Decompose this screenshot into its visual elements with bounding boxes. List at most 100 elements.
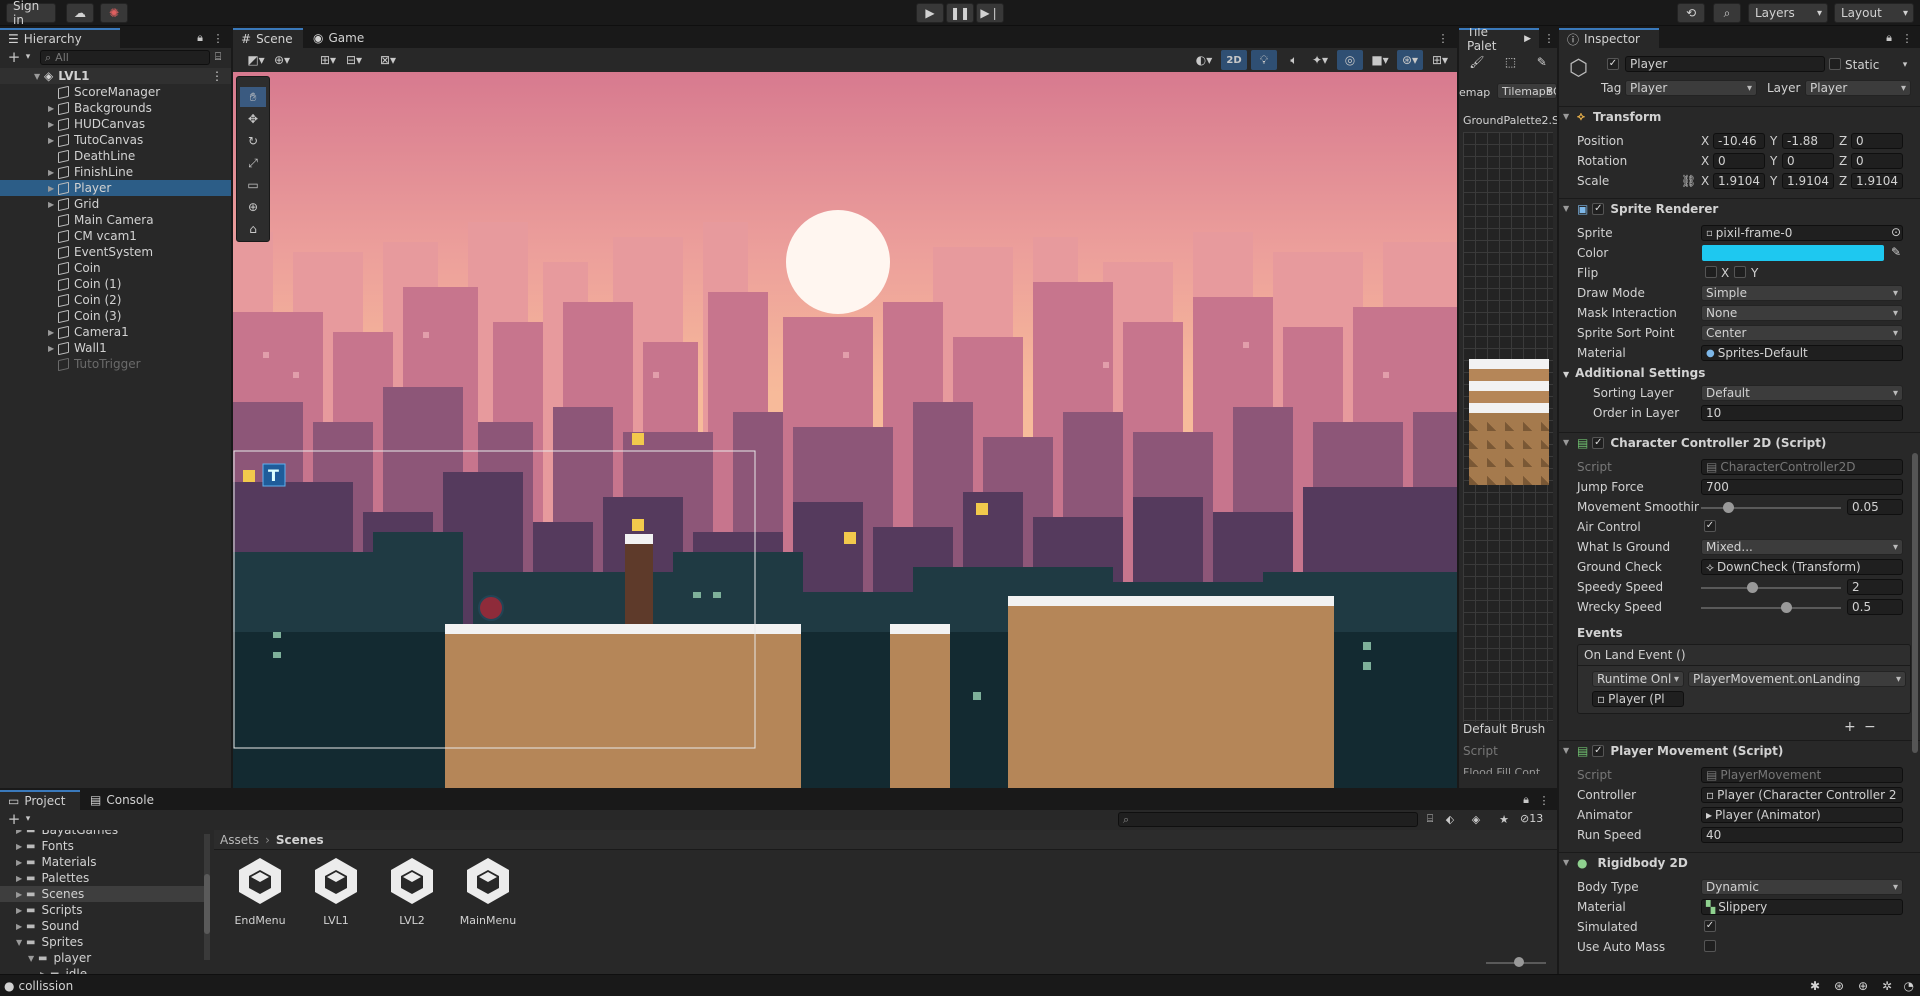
visibility-icon[interactable]: ◎ <box>1337 50 1363 70</box>
draw-mode-dropdown[interactable]: Simple <box>1701 285 1903 301</box>
pause-button[interactable]: ❚❚ <box>946 3 974 23</box>
add-event-button[interactable]: + <box>1844 719 1856 735</box>
rigidbody-header[interactable]: ▼ ● Rigidbody 2D <box>1559 852 1920 872</box>
hierarchy-item[interactable]: CM vcam1 <box>0 228 231 244</box>
tilemap-dropdown[interactable]: TilemapBG <box>1497 83 1557 99</box>
remove-event-button[interactable]: − <box>1864 719 1876 735</box>
player-movement-header[interactable]: ▼ ▤ ✓ Player Movement (Script) <box>1559 740 1920 760</box>
hierarchy-item[interactable]: ▶ Grid <box>0 196 231 212</box>
speedy-slider[interactable] <box>1701 582 1841 593</box>
runtime-dropdown[interactable]: Runtime Onl <box>1592 671 1684 687</box>
project-more-icon[interactable]: ⋮ <box>1534 791 1554 809</box>
folder-item[interactable]: ▼ ▬ player <box>0 950 206 966</box>
overlay-icon[interactable]: ⊞▾ <box>1427 50 1453 70</box>
tab-tile-palette[interactable]: Tile Palet ▶ <box>1459 28 1539 53</box>
layer-dropdown[interactable]: Player <box>1805 80 1911 96</box>
additional-settings-label[interactable]: ▼ Additional Settings <box>1563 366 1705 380</box>
folder-expand-icon[interactable]: ▶ <box>16 858 26 867</box>
tag-icon[interactable]: ◈ <box>1466 810 1486 828</box>
hierarchy-search-input[interactable]: ⌕ All <box>40 50 210 65</box>
scale-x-input[interactable]: 1.9104 <box>1713 173 1765 189</box>
move-tool-icon[interactable]: ✥ <box>240 109 266 129</box>
tag-dropdown[interactable]: Player <box>1625 80 1757 96</box>
hierarchy-item[interactable]: Coin (3) <box>0 308 231 324</box>
scene-viewport[interactable]: T ✋︎ ✥ ↻ ⤢ ▭ ⊕ ⌂ <box>233 72 1457 788</box>
palette-name[interactable]: GroundPalette2.S <box>1463 114 1557 127</box>
history-icon[interactable]: ⟲ <box>1677 3 1705 23</box>
favorite-icon[interactable]: ★ <box>1494 810 1514 828</box>
collab-icon[interactable]: ✺ <box>100 3 128 23</box>
hierarchy-item[interactable]: Main Camera <box>0 212 231 228</box>
wrecky-slider[interactable] <box>1701 602 1841 613</box>
shading-mode-icon[interactable]: ◐▾ <box>1191 50 1217 70</box>
folder-item[interactable]: ▼ ▬ Sprites <box>0 934 206 950</box>
hierarchy-item[interactable]: ▶ Wall1 <box>0 340 231 356</box>
order-in-layer-input[interactable]: 10 <box>1701 405 1903 421</box>
simulated-checkbox[interactable]: ✓ <box>1704 920 1716 932</box>
speedy-input[interactable]: 2 <box>1847 579 1903 595</box>
pos-y-input[interactable]: -1.88 <box>1782 133 1834 149</box>
animator-field[interactable]: ▸ Player (Animator) <box>1701 807 1903 823</box>
hierarchy-item[interactable]: ▶ Backgrounds <box>0 100 231 116</box>
folder-item[interactable]: ▶ ▬ BayatGames <box>0 830 206 838</box>
active-checkbox[interactable]: ✓ <box>1607 58 1619 70</box>
color-swatch[interactable] <box>1702 245 1884 261</box>
scene-asset[interactable]: MainMenu <box>450 856 526 966</box>
hierarchy-item[interactable]: ▶ Player <box>0 180 231 196</box>
project-add-dropdown-icon[interactable]: ▾ <box>18 810 38 828</box>
expand-arrow-icon[interactable]: ▶ <box>48 200 58 209</box>
flip-x-checkbox[interactable] <box>1705 266 1717 278</box>
method-dropdown[interactable]: PlayerMovement.onLanding <box>1688 671 1906 687</box>
custom-tool-icon[interactable]: ⌂ <box>240 219 266 239</box>
folder-item[interactable]: ▶ ▬ Palettes <box>0 870 206 886</box>
folder-expand-icon[interactable]: ▶ <box>16 842 26 851</box>
folder-item[interactable]: ▶ ▬ Fonts <box>0 838 206 854</box>
expand-arrow-icon[interactable]: ▶ <box>48 344 58 353</box>
folder-expand-icon[interactable]: ▶ <box>16 906 26 915</box>
gizmos-icon[interactable]: ⊛▾ <box>1397 50 1423 70</box>
folder-item[interactable]: ▶ ▬ Scenes <box>0 886 206 902</box>
scale-y-input[interactable]: 1.9104 <box>1782 173 1834 189</box>
pm-enabled[interactable]: ✓ <box>1592 744 1605 757</box>
zoom-slider[interactable] <box>1486 957 1546 967</box>
network-icon[interactable]: ⊕ <box>1858 979 1868 993</box>
add-dropdown-icon[interactable]: ▾ <box>18 48 38 66</box>
pos-z-input[interactable]: 0 <box>1851 133 1903 149</box>
air-control-checkbox[interactable]: ✓ <box>1704 520 1716 532</box>
ground-check-field[interactable]: ⟡ DownCheck (Transform) <box>1701 559 1903 575</box>
wrecky-input[interactable]: 0.5 <box>1847 599 1903 615</box>
align-icon[interactable]: ⊠▾ <box>375 50 401 70</box>
flip-y-checkbox[interactable] <box>1734 266 1746 278</box>
sprite-renderer-header[interactable]: ▼ ▣ ✓ Sprite Renderer <box>1559 198 1920 218</box>
layout-dropdown[interactable]: Layout ▾ <box>1834 3 1914 23</box>
scale-z-input[interactable]: 1.9104 <box>1851 173 1903 189</box>
hierarchy-item[interactable]: TutoTrigger <box>0 356 231 372</box>
transform-header[interactable]: ▼ ⟡ Transform <box>1559 106 1920 126</box>
rect-tool-icon[interactable]: ▭ <box>240 175 266 195</box>
lighting-icon[interactable]: 💡︎ <box>1251 50 1277 70</box>
controller-field[interactable]: ▫ Player (Character Controller 2 <box>1701 787 1903 803</box>
camera-icon[interactable]: ■▾ <box>1367 50 1393 70</box>
tab-inspector[interactable]: ⓘ Inspector <box>1559 28 1659 48</box>
cc2d-header[interactable]: ▼ ▤ ✓ Character Controller 2D (Script) <box>1559 432 1920 452</box>
hierarchy-item[interactable]: ▶ Camera1 <box>0 324 231 340</box>
scene-more-icon[interactable]: ⋮ <box>1433 29 1453 47</box>
sign-in-button[interactable]: Sign in <box>6 0 56 27</box>
inspector-lock-icon[interactable]: 🔒︎ <box>1879 29 1899 47</box>
run-speed-input[interactable]: 40 <box>1701 827 1903 843</box>
object-name-input[interactable]: Player <box>1625 56 1825 72</box>
sprite-picker-icon[interactable]: ⊙ <box>1891 225 1901 239</box>
increment-snap-icon[interactable]: ⊟▾ <box>341 50 367 70</box>
expand-arrow-icon[interactable]: ▶ <box>48 184 58 193</box>
event-object-field[interactable]: ▫ Player (Pl <box>1592 691 1684 707</box>
step-button[interactable]: ▶❘ <box>976 3 1004 23</box>
draw-mode-icon[interactable]: ◩▾ <box>243 50 269 70</box>
tab-game[interactable]: ◉ Game <box>305 28 375 48</box>
folder-expand-icon[interactable]: ▼ <box>28 954 38 963</box>
folder-scrollbar[interactable] <box>204 834 210 960</box>
project-search-input[interactable]: ⌕ <box>1118 812 1418 827</box>
paint-brush-icon[interactable]: 🖌︎ <box>1469 55 1484 69</box>
more-icon[interactable]: ⋮ <box>208 29 228 47</box>
folder-item[interactable]: ▶ ▬ idle <box>0 966 206 974</box>
auto-mass-checkbox[interactable] <box>1704 940 1716 952</box>
